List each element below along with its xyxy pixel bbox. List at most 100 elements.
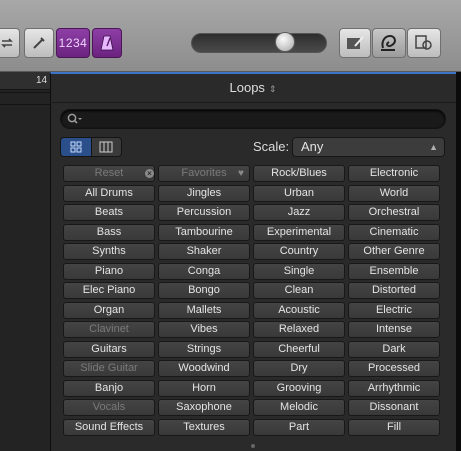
- keyword-label: Horn: [192, 382, 216, 394]
- keyword-button-clean[interactable]: Clean: [253, 282, 345, 299]
- keyword-label: Guitars: [91, 343, 127, 355]
- keyword-label: Conga: [187, 265, 221, 277]
- keyword-button-conga[interactable]: Conga: [158, 263, 250, 280]
- keyword-button-world[interactable]: World: [348, 185, 440, 202]
- keyword-button-electronic[interactable]: Electronic: [348, 165, 440, 182]
- keyword-button-clavinet[interactable]: Clavinet: [63, 321, 155, 338]
- loop-browser-button[interactable]: [372, 28, 406, 58]
- heart-icon: ♥: [238, 168, 244, 179]
- keyword-button-reset[interactable]: Reset ×: [63, 165, 155, 182]
- keyword-button-mallets[interactable]: Mallets: [158, 302, 250, 319]
- button-view-toggle[interactable]: [61, 138, 91, 156]
- keyword-button-other-genre[interactable]: Other Genre: [348, 243, 440, 260]
- cycle-button[interactable]: [0, 28, 20, 58]
- keyword-label: Synths: [92, 245, 126, 257]
- keyword-button-strings[interactable]: Strings: [158, 341, 250, 358]
- keyword-label: Clavinet: [89, 323, 129, 335]
- keyword-button-vibes[interactable]: Vibes: [158, 321, 250, 338]
- master-volume-slider[interactable]: [191, 33, 327, 53]
- keyword-button-melodic[interactable]: Melodic: [253, 399, 345, 416]
- scale-select[interactable]: Any ▲: [292, 137, 445, 157]
- keyword-label: Acoustic: [278, 304, 320, 316]
- keyword-button-all-drums[interactable]: All Drums: [63, 185, 155, 202]
- keyword-button-orchestral[interactable]: Orchestral: [348, 204, 440, 221]
- keyword-button-dark[interactable]: Dark: [348, 341, 440, 358]
- keyword-button-acoustic[interactable]: Acoustic: [253, 302, 345, 319]
- resize-handle[interactable]: [251, 444, 255, 448]
- keyword-label: Arrhythmic: [367, 382, 421, 394]
- tuner-button[interactable]: [24, 28, 54, 58]
- keyword-button-distorted[interactable]: Distorted: [348, 282, 440, 299]
- keyword-label: Part: [288, 421, 310, 433]
- keyword-button-banjo[interactable]: Banjo: [63, 380, 155, 397]
- keyword-button-horn[interactable]: Horn: [158, 380, 250, 397]
- keyword-button-shaker[interactable]: Shaker: [158, 243, 250, 260]
- keyword-button-jazz[interactable]: Jazz: [253, 204, 345, 221]
- keyword-button-urban[interactable]: Urban: [253, 185, 345, 202]
- clear-icon: ×: [145, 169, 154, 178]
- notepad-button[interactable]: [339, 28, 371, 58]
- keyword-button-fill[interactable]: Fill: [348, 419, 440, 436]
- panel-title[interactable]: Loops ⇕: [50, 77, 456, 99]
- column-view-toggle[interactable]: [90, 138, 122, 156]
- master-volume-knob[interactable]: [275, 32, 295, 52]
- keyword-button-country[interactable]: Country: [253, 243, 345, 260]
- keyword-button-processed[interactable]: Processed: [348, 360, 440, 377]
- keyword-grid: Reset × Favorites ♥ Rock/Blues Electronic All …: [63, 165, 442, 438]
- browser-icon: [415, 35, 432, 50]
- panel-title-label: Loops: [229, 80, 265, 95]
- keyword-button-part[interactable]: Part: [253, 419, 345, 436]
- keyword-button-favorites[interactable]: Favorites ♥: [158, 165, 250, 182]
- keyword-label: Fill: [386, 421, 402, 433]
- keyword-button-beats[interactable]: Beats: [63, 204, 155, 221]
- keyword-button-experimental[interactable]: Experimental: [253, 224, 345, 241]
- keyword-button-relaxed[interactable]: Relaxed: [253, 321, 345, 338]
- keyword-button-cheerful[interactable]: Cheerful: [253, 341, 345, 358]
- tracks-area[interactable]: [0, 72, 50, 451]
- keyword-button-grooving[interactable]: Grooving: [253, 380, 345, 397]
- keyword-button-percussion[interactable]: Percussion: [158, 204, 250, 221]
- keyword-button-arrhythmic[interactable]: Arrhythmic: [348, 380, 440, 397]
- keyword-button-electric[interactable]: Electric: [348, 302, 440, 319]
- metronome-button[interactable]: [92, 28, 122, 58]
- keyword-label: Other Genre: [363, 245, 425, 257]
- keyword-label: Dark: [382, 343, 406, 355]
- keyword-button-woodwind[interactable]: Woodwind: [158, 360, 250, 377]
- keyword-label: Jingles: [186, 187, 222, 199]
- keyword-button-vocals[interactable]: Vocals: [63, 399, 155, 416]
- keyword-button-dry[interactable]: Dry: [253, 360, 345, 377]
- keyword-button-jingles[interactable]: Jingles: [158, 185, 250, 202]
- search-input[interactable]: [60, 109, 446, 129]
- keyword-button-dissonant[interactable]: Dissonant: [348, 399, 440, 416]
- browser-button[interactable]: [407, 28, 441, 58]
- keyword-button-ensemble[interactable]: Ensemble: [348, 263, 440, 280]
- keyword-button-textures[interactable]: Textures: [158, 419, 250, 436]
- keyword-button-tambourine[interactable]: Tambourine: [158, 224, 250, 241]
- grid-icon: [70, 141, 82, 153]
- keyword-label: All Drums: [85, 187, 133, 199]
- keyword-button-bass[interactable]: Bass: [63, 224, 155, 241]
- lcd-counter-button[interactable]: 1234: [56, 28, 90, 58]
- keyword-label: Beats: [94, 206, 124, 218]
- keyword-button-piano[interactable]: Piano: [63, 263, 155, 280]
- keyword-button-intense[interactable]: Intense: [348, 321, 440, 338]
- ruler-bar-number: 14: [36, 75, 48, 86]
- keyword-button-bongo[interactable]: Bongo: [158, 282, 250, 299]
- keyword-button-guitars[interactable]: Guitars: [63, 341, 155, 358]
- keyword-button-organ[interactable]: Organ: [63, 302, 155, 319]
- keyword-button-cinematic[interactable]: Cinematic: [348, 224, 440, 241]
- keyword-button-synths[interactable]: Synths: [63, 243, 155, 260]
- keyword-button-sound-effects[interactable]: Sound Effects: [63, 419, 155, 436]
- keyword-label: Banjo: [94, 382, 124, 394]
- keyword-button-rock-blues[interactable]: Rock/Blues: [253, 165, 345, 182]
- keyword-label: Reset: [94, 167, 124, 179]
- keyword-label: Orchestral: [368, 206, 420, 218]
- keyword-button-single[interactable]: Single: [253, 263, 345, 280]
- keyword-label: Ensemble: [369, 265, 419, 277]
- tuner-icon: [33, 37, 45, 49]
- keyword-label: Rock/Blues: [271, 167, 327, 179]
- keyword-button-saxophone[interactable]: Saxophone: [158, 399, 250, 416]
- keyword-button-slide-guitar[interactable]: Slide Guitar: [63, 360, 155, 377]
- search-icon[interactable]: [66, 111, 82, 127]
- keyword-button-elec-piano[interactable]: Elec Piano: [63, 282, 155, 299]
